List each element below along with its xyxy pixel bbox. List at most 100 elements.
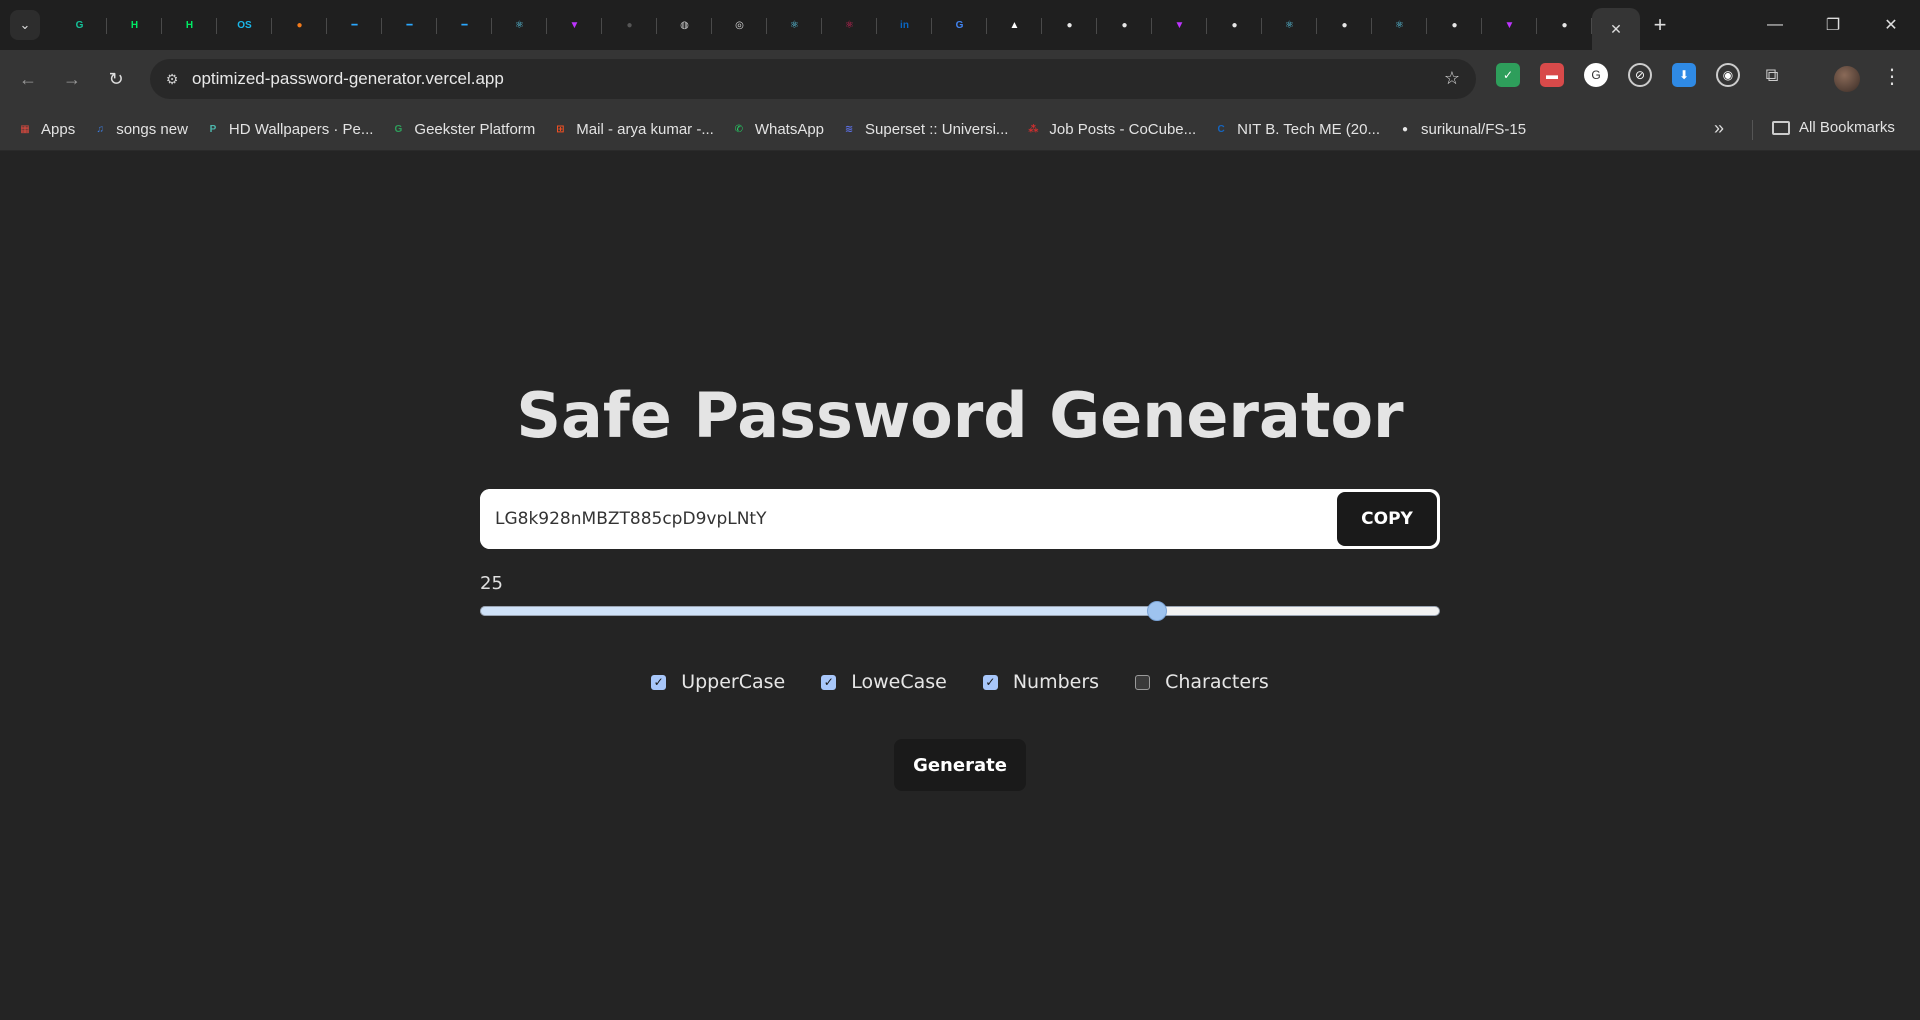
browser-tab[interactable]: ▼ <box>547 6 602 44</box>
restore-button[interactable]: ❐ <box>1804 0 1862 50</box>
react-icon: ⚛ <box>1285 19 1294 31</box>
swiggy-icon: ● <box>296 19 303 31</box>
active-tab[interactable]: ✕ <box>1592 8 1640 50</box>
options-row: ✓ UpperCase ✓ LoweCase ✓ Numbers Characters <box>0 671 1920 693</box>
slider-thumb[interactable] <box>1147 601 1167 621</box>
bookmark-label: surikunal/FS-15 <box>1421 120 1527 138</box>
bookmark-star-icon[interactable]: ☆ <box>1444 68 1460 89</box>
reload-icon: ↻ <box>108 68 124 89</box>
browser-tab[interactable]: in <box>877 6 932 44</box>
bookmark-label: Job Posts - CoCube... <box>1049 120 1197 138</box>
bookmark-favicon-icon: ♫ <box>96 123 104 135</box>
compass-extension-icon[interactable]: ⊘ <box>1628 63 1652 87</box>
password-input[interactable] <box>480 489 1334 549</box>
copy-button[interactable]: COPY <box>1337 492 1437 546</box>
checkbox-unchecked[interactable] <box>1135 674 1151 690</box>
bookmark-item[interactable]: ⊞ Mail - arya kumar -... <box>551 120 714 138</box>
bookmark-item[interactable]: ⁂ Job Posts - CoCube... <box>1024 120 1196 138</box>
dash-icon: ━ <box>351 19 358 31</box>
site-info-icon[interactable]: ⚙ <box>152 71 192 88</box>
option-numbers[interactable]: ✓ Numbers <box>982 671 1099 693</box>
browser-tab[interactable]: ● <box>1042 6 1097 44</box>
browser-tab[interactable]: H <box>162 6 217 44</box>
download-extension-icon[interactable]: ⬇ <box>1672 63 1696 87</box>
bookmark-list: ▦ Apps ♫ songs new P HD Wallpapers · Pe... G Ge… <box>0 120 1526 138</box>
shield-extension-icon[interactable]: ✓ <box>1496 63 1520 87</box>
browser-tab[interactable]: ━ <box>327 6 382 44</box>
puzzle-extensions-icon[interactable]: ⧉ <box>1760 63 1784 87</box>
bookmark-item[interactable]: ● surikunal/FS-15 <box>1396 120 1526 138</box>
browser-tab[interactable]: ● <box>1537 6 1592 44</box>
more-bookmarks-icon[interactable]: » <box>1714 118 1724 139</box>
browser-tab[interactable]: ● <box>602 6 657 44</box>
checkbox-checked[interactable]: ✓ <box>821 674 837 690</box>
bookmark-item[interactable]: ♫ songs new <box>91 120 188 138</box>
bookmark-label: WhatsApp <box>754 120 825 138</box>
target-extension-icon[interactable]: ◉ <box>1716 63 1740 87</box>
browser-tab[interactable]: ⚛ <box>492 6 547 44</box>
forward-button[interactable]: → <box>50 69 94 90</box>
close-window-button[interactable]: ✕ <box>1862 0 1920 50</box>
bookmark-favicon-icon: ⊞ <box>556 123 565 135</box>
browser-tab[interactable]: G <box>932 6 987 44</box>
browser-tab[interactable]: ━ <box>437 6 492 44</box>
reload-button[interactable]: ↻ <box>94 69 138 90</box>
window-controls: — ❐ ✕ <box>1746 0 1920 50</box>
browser-tab[interactable]: ● <box>1207 6 1262 44</box>
vercel-icon: ▲ <box>1009 19 1020 31</box>
browser-tab[interactable]: ⚛ <box>1262 6 1317 44</box>
tab-strip: ⌄ G H H OS ● ━ ━ ━ ⚛ ▼ ● ◍ ◎ ⚛ ⚛ in G ▲ ● ● ▼ ● ⚛ ● ⚛ ● ▼ ● ✕ + — ❐ … <box>0 0 1920 50</box>
browser-tab[interactable]: ● <box>1317 6 1372 44</box>
browser-tab[interactable]: G <box>52 6 107 44</box>
close-tab-icon[interactable]: ✕ <box>1610 21 1622 38</box>
length-slider[interactable] <box>480 601 1440 621</box>
bookmark-item[interactable]: G Geekster Platform <box>389 120 536 138</box>
checkbox-checked[interactable]: ✓ <box>651 674 667 690</box>
bookmark-separator <box>1752 120 1753 140</box>
bookmark-favicon-icon: G <box>394 123 403 135</box>
back-button[interactable]: ← <box>6 69 50 90</box>
bookmark-favicon-icon: ▦ <box>20 123 30 135</box>
generate-button[interactable]: Generate <box>894 739 1026 791</box>
browser-tab[interactable]: H <box>107 6 162 44</box>
tab-search-button[interactable]: ⌄ <box>10 10 40 40</box>
browser-tab[interactable]: ● <box>272 6 327 44</box>
grammarly-icon: G <box>75 19 84 31</box>
browser-tab[interactable]: ▼ <box>1482 6 1537 44</box>
browser-tab[interactable]: ▲ <box>987 6 1042 44</box>
option-uppercase[interactable]: ✓ UpperCase <box>651 671 785 693</box>
grammarly-extension-icon[interactable]: G <box>1584 63 1608 87</box>
bookmark-label: Mail - arya kumar -... <box>576 120 714 138</box>
browser-tab[interactable]: ▼ <box>1152 6 1207 44</box>
bookmark-label: songs new <box>116 120 188 138</box>
bookmark-item[interactable]: ▦ Apps <box>16 120 75 138</box>
page-title: Safe Password Generator <box>516 379 1404 452</box>
option-lowecase[interactable]: ✓ LoweCase <box>821 671 947 693</box>
bookmark-item[interactable]: ≋ Superset :: Universi... <box>840 120 1009 138</box>
browser-tab[interactable]: ● <box>1427 6 1482 44</box>
browser-tab[interactable]: ━ <box>382 6 437 44</box>
browser-menu-icon[interactable]: ⋮ <box>1882 64 1902 89</box>
browser-tab[interactable]: ⚛ <box>767 6 822 44</box>
browser-tab[interactable]: ◎ <box>712 6 767 44</box>
browser-tab[interactable]: ◍ <box>657 6 712 44</box>
address-bar[interactable]: ⚙ optimized-password-generator.vercel.ap… <box>150 59 1476 99</box>
folder-icon <box>1772 120 1790 135</box>
bookmark-item[interactable]: ✆ WhatsApp <box>730 120 824 138</box>
bookmark-item[interactable]: C NIT B. Tech ME (20... <box>1212 120 1380 138</box>
browser-tab[interactable]: OS <box>217 6 272 44</box>
profile-avatar[interactable] <box>1834 66 1860 92</box>
bookmark-label: Apps <box>41 120 76 138</box>
browser-tab[interactable]: ⚛ <box>1372 6 1427 44</box>
all-bookmarks-button[interactable]: All Bookmarks <box>1772 119 1895 136</box>
new-tab-button[interactable]: + <box>1640 12 1680 38</box>
minimize-button[interactable]: — <box>1746 0 1804 50</box>
vite-icon: ▼ <box>569 19 580 31</box>
circle-icon: ◎ <box>735 19 744 31</box>
flag-extension-icon[interactable]: ▬ <box>1540 63 1564 87</box>
browser-tab[interactable]: ● <box>1097 6 1152 44</box>
option-characters[interactable]: Characters <box>1135 671 1269 693</box>
bookmark-item[interactable]: P HD Wallpapers · Pe... <box>204 120 374 138</box>
browser-tab[interactable]: ⚛ <box>822 6 877 44</box>
checkbox-checked[interactable]: ✓ <box>982 674 998 690</box>
